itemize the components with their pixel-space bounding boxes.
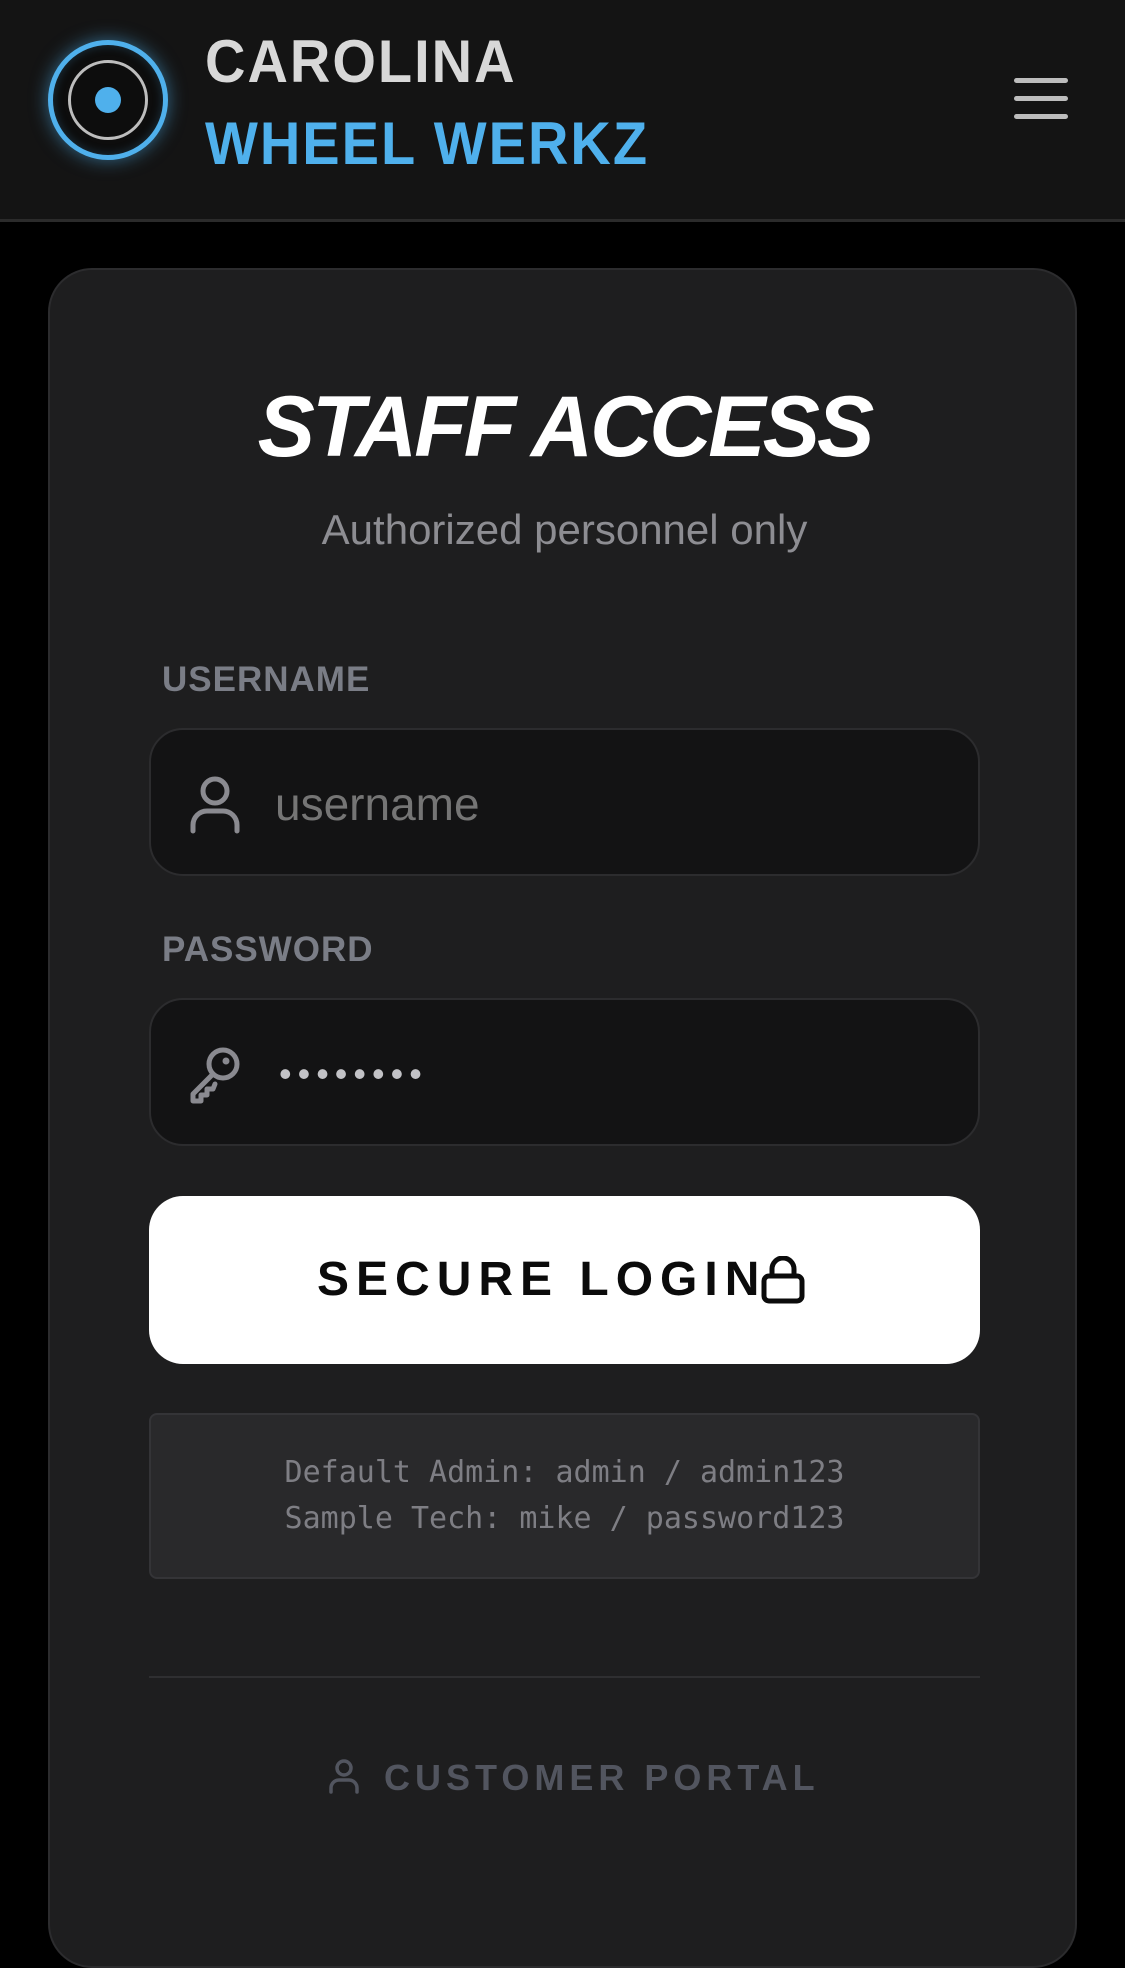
secure-login-label: SECURE LOGIN bbox=[317, 1253, 767, 1306]
username-input[interactable] bbox=[273, 730, 953, 878]
password-label: PASSWORD bbox=[162, 930, 374, 969]
key-icon bbox=[190, 1047, 240, 1104]
password-field[interactable]: •••••••• bbox=[149, 998, 980, 1146]
user-icon bbox=[329, 1759, 359, 1794]
menu-bar bbox=[1014, 114, 1068, 119]
hamburger-menu-icon[interactable] bbox=[1008, 74, 1068, 124]
username-label: USERNAME bbox=[162, 660, 371, 699]
brand-name-line2[interactable]: WHEEL WERKZ bbox=[205, 108, 649, 178]
lock-icon bbox=[761, 1256, 805, 1304]
divider bbox=[149, 1676, 980, 1678]
username-field[interactable] bbox=[149, 728, 980, 878]
app-header: CAROLINA WHEEL WERKZ bbox=[0, 0, 1125, 222]
page-title: STAFF ACCESS bbox=[257, 379, 875, 475]
secure-login-button[interactable]: SECURE LOGIN bbox=[149, 1196, 980, 1364]
password-input[interactable]: •••••••• bbox=[279, 1000, 428, 1148]
tech-credentials-text: Sample Tech: mike / password123 bbox=[284, 1501, 845, 1536]
brand-name-line1[interactable]: CAROLINA bbox=[205, 26, 517, 96]
user-icon bbox=[190, 776, 240, 834]
default-credentials-box: Default Admin: admin / admin123 Sample T… bbox=[149, 1413, 980, 1579]
logo-dot bbox=[95, 87, 121, 113]
menu-bar bbox=[1014, 96, 1068, 101]
admin-credentials-text: Default Admin: admin / admin123 bbox=[284, 1455, 845, 1490]
page-subtitle: Authorized personnel only bbox=[321, 506, 808, 553]
wheel-logo-icon[interactable] bbox=[48, 40, 168, 160]
customer-portal-label: CUSTOMER PORTAL bbox=[384, 1757, 820, 1798]
menu-bar bbox=[1014, 78, 1068, 83]
login-card: STAFF ACCESS Authorized personnel only U… bbox=[48, 268, 1077, 1968]
